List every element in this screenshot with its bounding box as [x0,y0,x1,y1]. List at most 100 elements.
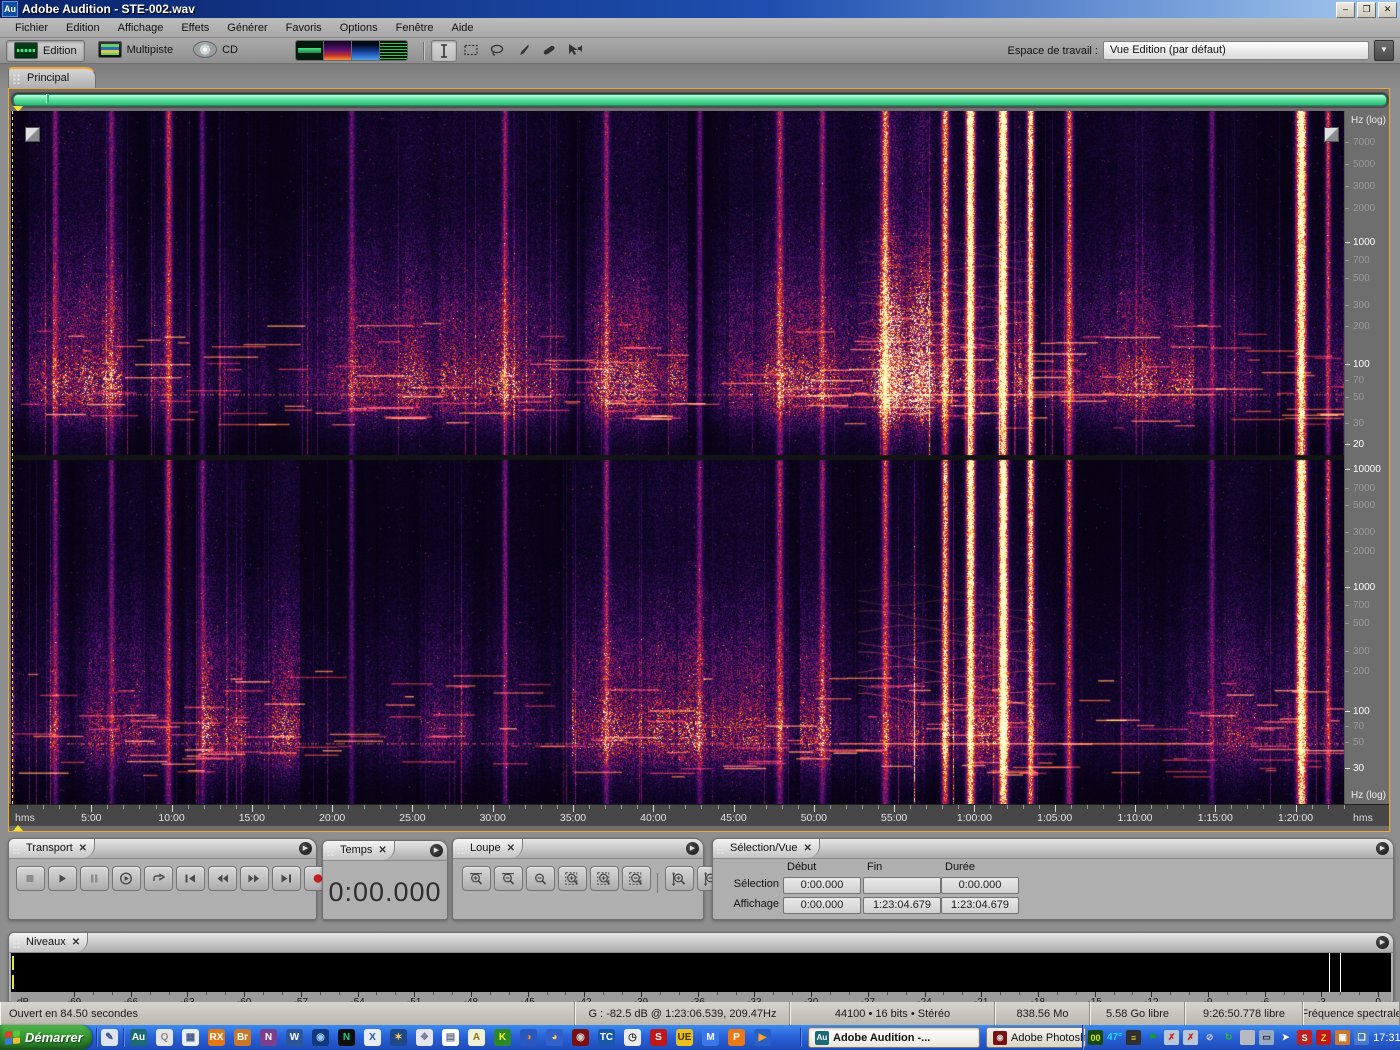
messenger-icon[interactable]: M [702,1029,719,1046]
spectrogram-canvas[interactable] [11,111,1345,804]
spectral-pan-display-icon[interactable] [352,41,380,60]
menu-generer[interactable]: Générer [218,20,276,36]
task-adobe-photoshop[interactable]: ◉Adobe Photoshop [986,1027,1086,1048]
start-button[interactable]: Démarrer [0,1025,92,1050]
transport-panel-menu-icon[interactable]: ▶ [299,842,312,855]
browser-globe-icon[interactable]: ◕ [546,1029,563,1046]
frequency-ruler[interactable]: Hz (log) Hz (log) 7000 5000 3000 2000 1000 700 5… [1344,111,1389,804]
media-player-icon[interactable]: ▶ [754,1029,771,1046]
time-ruler[interactable]: hms hms 5:00 10:00 15:00 20:00 25:00 30:00 35:00… [9,804,1389,826]
go-to-end-button[interactable] [271,866,301,891]
mode-multipiste-button[interactable]: Multipiste [91,40,180,60]
time-selection-tool[interactable] [431,39,457,62]
affichage-fin-field[interactable]: 1:23:04.679 [863,897,941,914]
numlock-indicator-icon[interactable]: 00 [1088,1030,1103,1045]
close-panel-icon[interactable]: ✕ [507,843,515,854]
loupe-panel-menu-icon[interactable]: ▶ [686,842,699,855]
cursor-spark-icon[interactable]: ➤ [1278,1030,1293,1045]
document-icon[interactable]: ▤ [442,1029,459,1046]
tag-icon[interactable]: ❖ [416,1029,433,1046]
workspace-select[interactable]: Vue Edition (par défaut) [1103,41,1369,60]
zoom-in-horizontal-button[interactable] [461,866,491,891]
klite-icon[interactable]: K [494,1029,511,1046]
loop-button[interactable] [143,866,173,891]
play-looped-button[interactable] [111,866,141,891]
task-adobe-audition[interactable]: Au Adobe Audition -... [808,1027,980,1048]
network-error-icon[interactable]: ✗ [1164,1030,1180,1045]
corner-grab-right-icon[interactable] [1324,127,1339,142]
spectral-frequency-display-icon[interactable] [324,41,352,60]
zoom-in-vertical-button[interactable] [664,866,694,891]
selection-view-panel-tab[interactable]: Sélection/Vue ✕ [713,839,820,858]
zoom-out-full-button[interactable] [525,866,555,891]
menu-effets[interactable]: Effets [172,20,218,36]
total-commander-icon[interactable]: TC [598,1029,615,1046]
lasso-selection-tool[interactable] [485,40,509,60]
modem-icon[interactable]: ▭ [1259,1030,1275,1045]
tool-x-icon[interactable]: X [364,1029,381,1046]
input-panel-icon[interactable]: ✎ [101,1029,118,1046]
spybot-icon[interactable]: S [1297,1030,1313,1045]
marquee-selection-tool[interactable] [459,40,483,60]
zoom-selection-right-button[interactable] [621,866,651,891]
timer-icon[interactable]: ◷ [624,1029,641,1046]
go-to-start-button[interactable] [175,866,205,891]
bridge-icon[interactable]: Br [234,1029,251,1046]
playhead-cursor[interactable] [12,111,13,804]
flag-icon[interactable]: ⚑ [1145,1030,1160,1045]
scanner-icon[interactable]: ▣ [1335,1030,1351,1045]
zoom-out-horizontal-button[interactable] [493,866,523,891]
play-button[interactable] [47,866,77,891]
temps-panel-menu-icon[interactable]: ▶ [430,844,443,857]
menu-favoris[interactable]: Favoris [277,20,331,36]
mode-cd-button[interactable]: CD [186,40,245,60]
mode-edition-button[interactable]: Edition [6,39,85,62]
spectral-phase-display-icon[interactable] [380,41,407,60]
close-panel-icon[interactable]: ✕ [378,845,386,856]
audition-icon[interactable]: Au [130,1029,147,1046]
zonealarm-icon[interactable]: Z [1316,1030,1332,1045]
sbp-icon[interactable]: S [650,1029,667,1046]
close-panel-icon[interactable]: ✕ [79,843,87,854]
zoom-selection-left-button[interactable] [589,866,619,891]
close-button[interactable]: ✕ [1378,2,1397,18]
stop-button[interactable] [15,866,45,891]
menu-affichage[interactable]: Affichage [109,20,173,36]
blocked-icon[interactable]: ⊘ [1202,1030,1217,1045]
archive-icon[interactable]: A [468,1029,485,1046]
playhead-marker-bottom[interactable] [13,825,23,831]
niveaux-panel-tab[interactable]: Niveaux ✕ [9,933,89,952]
rx-icon[interactable]: RX [208,1029,225,1046]
stack-icon[interactable]: ≡ [1126,1030,1142,1045]
onenote-icon[interactable]: N [260,1029,277,1046]
update-icon[interactable]: ↻ [1221,1030,1236,1045]
affichage-debut-field[interactable]: 0:00.000 [783,897,861,914]
workspace-dropdown-arrow[interactable]: ▼ [1374,40,1394,61]
pause-button[interactable] [79,866,109,891]
mouse-device-icon[interactable] [1240,1030,1256,1045]
selection-duree-field[interactable]: 0:00.000 [941,877,1019,894]
menu-options[interactable]: Options [331,20,387,36]
firefox-icon[interactable]: ◑ [520,1029,537,1046]
fast-forward-button[interactable] [239,866,269,891]
niveaux-panel-menu-icon[interactable]: ▶ [1376,936,1389,949]
level-meter[interactable] [11,953,1391,992]
minimize-button[interactable]: – [1336,2,1355,18]
close-panel-icon[interactable]: ✕ [72,937,80,948]
planet-icon[interactable]: ◉ [312,1029,329,1046]
menu-edition[interactable]: Edition [57,20,109,36]
word-icon[interactable]: W [286,1029,303,1046]
star-burst-icon[interactable]: ✶ [390,1029,407,1046]
menu-aide[interactable]: Aide [443,20,483,36]
ultraedit-icon[interactable]: UE [676,1029,693,1046]
menu-fenetre[interactable]: Fenêtre [387,20,443,36]
sync-folder-icon[interactable]: ❏ [1354,1030,1370,1045]
overview-scrollbar-thumb[interactable] [13,94,1387,106]
zoom-to-selection-button[interactable] [557,866,587,891]
tab-principal[interactable]: Principal [8,67,97,90]
selection-debut-field[interactable]: 0:00.000 [783,877,861,894]
scrub-tool[interactable] [563,40,587,60]
photoshop-eye-icon[interactable]: ◉ [572,1029,589,1046]
network-error2-icon[interactable]: ✗ [1183,1030,1199,1045]
selection-view-panel-menu-icon[interactable]: ▶ [1376,842,1389,855]
